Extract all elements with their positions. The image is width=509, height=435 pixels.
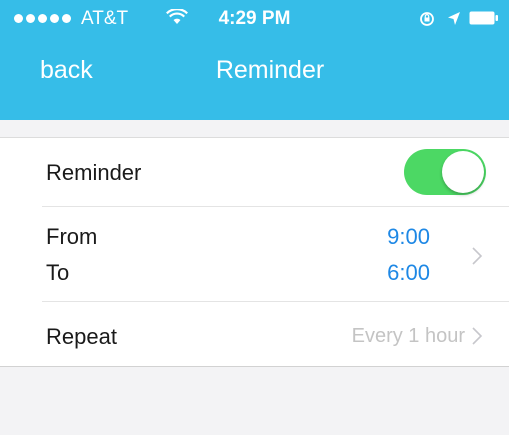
battery-icon (469, 11, 498, 25)
from-label: From (46, 224, 98, 249)
to-label: To (46, 260, 70, 285)
toggle-knob (442, 151, 484, 193)
chevron-right-icon (472, 247, 483, 265)
reminder-toggle[interactable] (404, 149, 486, 195)
divider (42, 206, 509, 207)
repeat-value[interactable]: Every 1 hour (352, 325, 465, 348)
location-arrow-icon (448, 12, 460, 25)
to-time-value[interactable]: 6:00 (387, 260, 430, 286)
from-time-value[interactable]: 9:00 (387, 224, 430, 250)
divider (42, 301, 509, 302)
reminder-label: Reminder (46, 160, 142, 185)
repeat-label: Repeat (46, 324, 117, 349)
header: AT&T 4:29 PM back Reminder (0, 0, 509, 120)
page-title: Reminder (215, 56, 325, 84)
reminder-settings-group: Reminder From 9:00 To 6:00 Repeat Every … (0, 137, 509, 367)
status-bar: AT&T 4:29 PM (0, 0, 509, 40)
chevron-right-icon (472, 327, 483, 345)
rotation-lock-icon (420, 12, 434, 26)
